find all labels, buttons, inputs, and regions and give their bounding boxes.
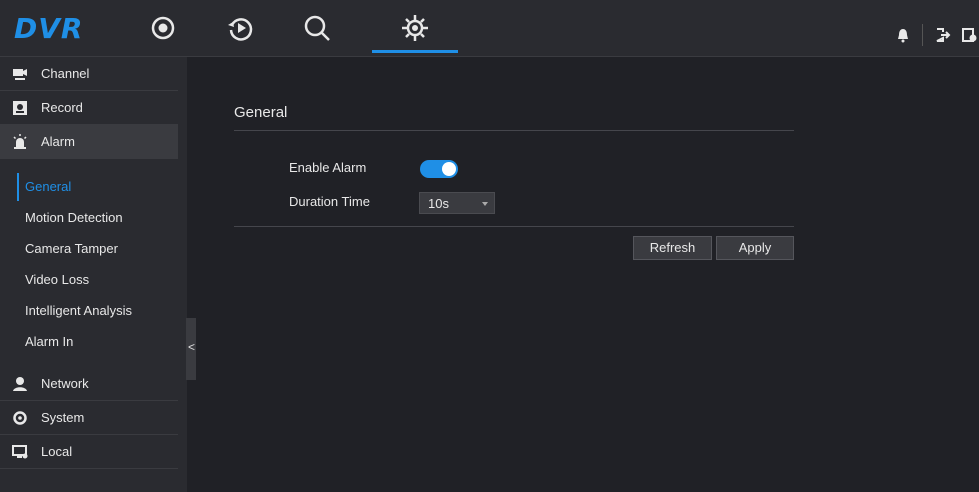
subitem-intelligent-analysis[interactable]: Intelligent Analysis [0,297,178,325]
subitem-label: General [25,179,72,194]
alarm-light-icon [12,134,28,150]
apply-button[interactable]: Apply [716,236,794,260]
subitem-alarm-in[interactable]: Alarm In [0,328,178,356]
live-view-icon[interactable] [148,13,178,43]
title-divider [234,130,794,131]
sidebar-item-label: Record [41,100,83,115]
active-subitem-indicator [17,173,19,201]
local-monitor-icon [12,444,28,460]
subitem-label: Alarm In [25,334,74,349]
form-divider [234,226,794,227]
sidebar-item-label: System [41,410,85,425]
dvr-logo: DVR [14,12,84,45]
top-divider [922,24,923,46]
duration-time-select[interactable]: 10s [419,192,495,214]
sidebar-item-system[interactable]: System [0,401,178,435]
subitem-general[interactable]: General [0,173,178,201]
info-icon[interactable] [961,27,977,43]
sidebar-item-label: Network [41,376,89,391]
sidebar-item-local[interactable]: Local [0,435,178,469]
sidebar-item-label: Local [41,444,73,459]
sidebar-item-label: Channel [41,66,90,81]
sidebar: Channel Record Alarm General Motion Dete… [0,57,187,492]
enable-alarm-label: Enable Alarm [289,160,367,175]
subitem-video-loss[interactable]: Video Loss [0,266,178,294]
search-icon[interactable] [302,13,332,43]
subitem-label: Video Loss [25,272,90,287]
page-title: General [234,104,288,121]
camera-icon [12,66,28,82]
bell-icon[interactable] [895,27,911,43]
gear-icon[interactable] [400,13,430,43]
active-nav-indicator [372,50,458,53]
sidebar-item-network[interactable]: Network [0,367,178,401]
sidebar-collapse-handle[interactable]: < [186,318,196,380]
sidebar-item-label: Alarm [41,134,75,149]
network-user-icon [12,376,28,392]
logout-icon[interactable] [935,27,951,43]
collapse-glyph: < [188,340,196,354]
sidebar-item-channel[interactable]: Channel [0,57,178,91]
chevron-down-icon [482,202,488,206]
duration-time-value: 10s [428,196,449,211]
subitem-label: Camera Tamper [25,241,118,256]
subitem-label: Intelligent Analysis [25,303,132,318]
playback-icon[interactable] [226,13,256,43]
sidebar-item-record[interactable]: Record [0,91,178,125]
top-bar: DVR [0,0,979,57]
subitem-camera-tamper[interactable]: Camera Tamper [0,235,178,263]
subitem-motion-detection[interactable]: Motion Detection [0,204,178,232]
subitem-label: Motion Detection [25,210,123,225]
duration-time-label: Duration Time [289,194,370,209]
sidebar-item-alarm[interactable]: Alarm [0,125,178,159]
system-gear-icon [12,410,28,426]
toggle-knob [442,162,456,176]
enable-alarm-toggle[interactable] [420,160,458,178]
record-icon [12,100,28,116]
refresh-button[interactable]: Refresh [633,236,712,260]
